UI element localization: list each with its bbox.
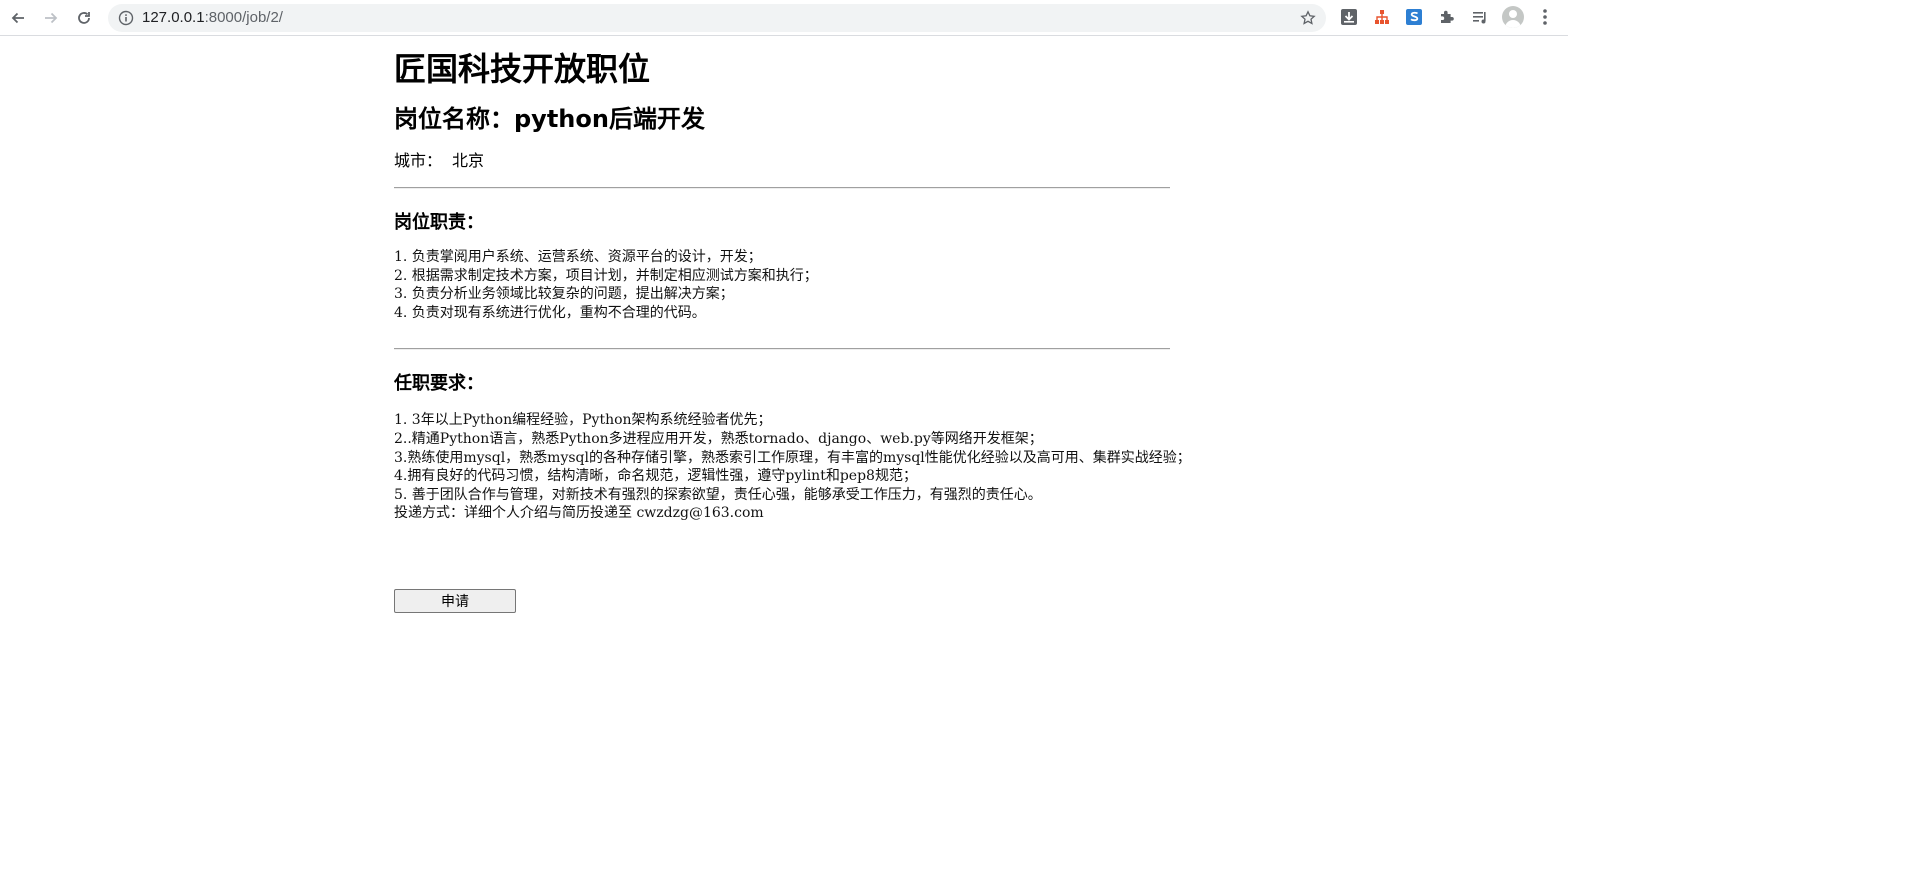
requirement-item: 4.拥有良好的代码习惯，结构清晰，命名规范，逻辑性强，遵守pylint和pep8…: [394, 468, 917, 485]
forward-icon[interactable]: [39, 6, 63, 30]
city-value: 北京: [452, 151, 485, 170]
requirement-item: 1. 3年以上Python编程经验，Python架构系统经验者优先；: [394, 412, 772, 429]
avatar-body: [1505, 20, 1521, 28]
profile-avatar-icon[interactable]: [1502, 6, 1524, 28]
job-detail: 匠国科技开放职位 岗位名称：python后端开发 城市： 北京 岗位职责： 1. …: [394, 36, 1191, 523]
duties-list: 1. 负责掌阅用户系统、运营系统、资源平台的设计，开发； 2. 根据需求制定技术…: [394, 248, 1172, 322]
puzzle-extensions-icon[interactable]: [1437, 7, 1457, 27]
page-title: 匠国科技开放职位: [394, 50, 651, 88]
city-label: 城市：: [394, 151, 443, 170]
city-line: 城市： 北京: [394, 151, 1172, 171]
reading-list-icon[interactable]: [1470, 7, 1490, 27]
divider-middle: [394, 348, 1170, 351]
duty-item: 4. 负责对现有系统进行优化，重构不合理的代码。: [394, 304, 706, 321]
url-text[interactable]: 127.0.0.1:8000/job/2/: [142, 9, 283, 27]
bookmark-star-icon[interactable]: [1300, 10, 1316, 26]
job-heading: 岗位名称：python后端开发: [394, 105, 705, 133]
requirement-item: 3.熟练使用mysql，熟悉mysql的各种存储引擎，熟悉索引工作原理，有丰富的…: [394, 449, 1191, 466]
address-bar[interactable]: 127.0.0.1:8000/job/2/: [108, 4, 1326, 32]
duties-heading: 岗位职责：: [394, 212, 484, 233]
back-icon[interactable]: [6, 6, 30, 30]
reload-icon[interactable]: [72, 6, 96, 30]
contact-line: 投递方式：详细个人介绍与简历投递至 cwzdzg@163.com: [394, 505, 764, 522]
download-extension-icon[interactable]: [1339, 7, 1359, 27]
duty-item: 1. 负责掌阅用户系统、运营系统、资源平台的设计，开发；: [394, 249, 762, 265]
menu-kebab-icon[interactable]: [1536, 7, 1554, 27]
requirements-list: 1. 3年以上Python编程经验，Python架构系统经验者优先； 2..精通…: [394, 411, 1191, 523]
requirement-item: 2..精通Python语言，熟悉Python多进程应用开发，熟悉tornado、…: [394, 430, 1043, 447]
apply-button[interactable]: 申请: [394, 589, 516, 613]
requirements-heading: 任职要求：: [394, 373, 484, 395]
requirement-item: 5. 善于团队合作与管理，对新技术有强烈的探索欲望，责任心强，能够承受工作压力，…: [394, 486, 1042, 503]
duty-item: 2. 根据需求制定技术方案，项目计划，并制定相应测试方案和执行；: [394, 267, 818, 284]
browser-toolbar: 127.0.0.1:8000/job/2/: [0, 0, 1568, 36]
avatar-head: [1509, 10, 1517, 18]
duty-item: 3. 负责分析业务领域比较复杂的问题，提出解决方案；: [394, 286, 734, 303]
s-extension-icon[interactable]: [1404, 7, 1424, 27]
divider-top: [394, 187, 1170, 189]
url-path: :8000/job/2/: [204, 9, 283, 26]
url-host: 127.0.0.1: [142, 9, 205, 26]
info-icon[interactable]: [118, 10, 134, 26]
tree-extension-icon[interactable]: [1372, 7, 1392, 27]
